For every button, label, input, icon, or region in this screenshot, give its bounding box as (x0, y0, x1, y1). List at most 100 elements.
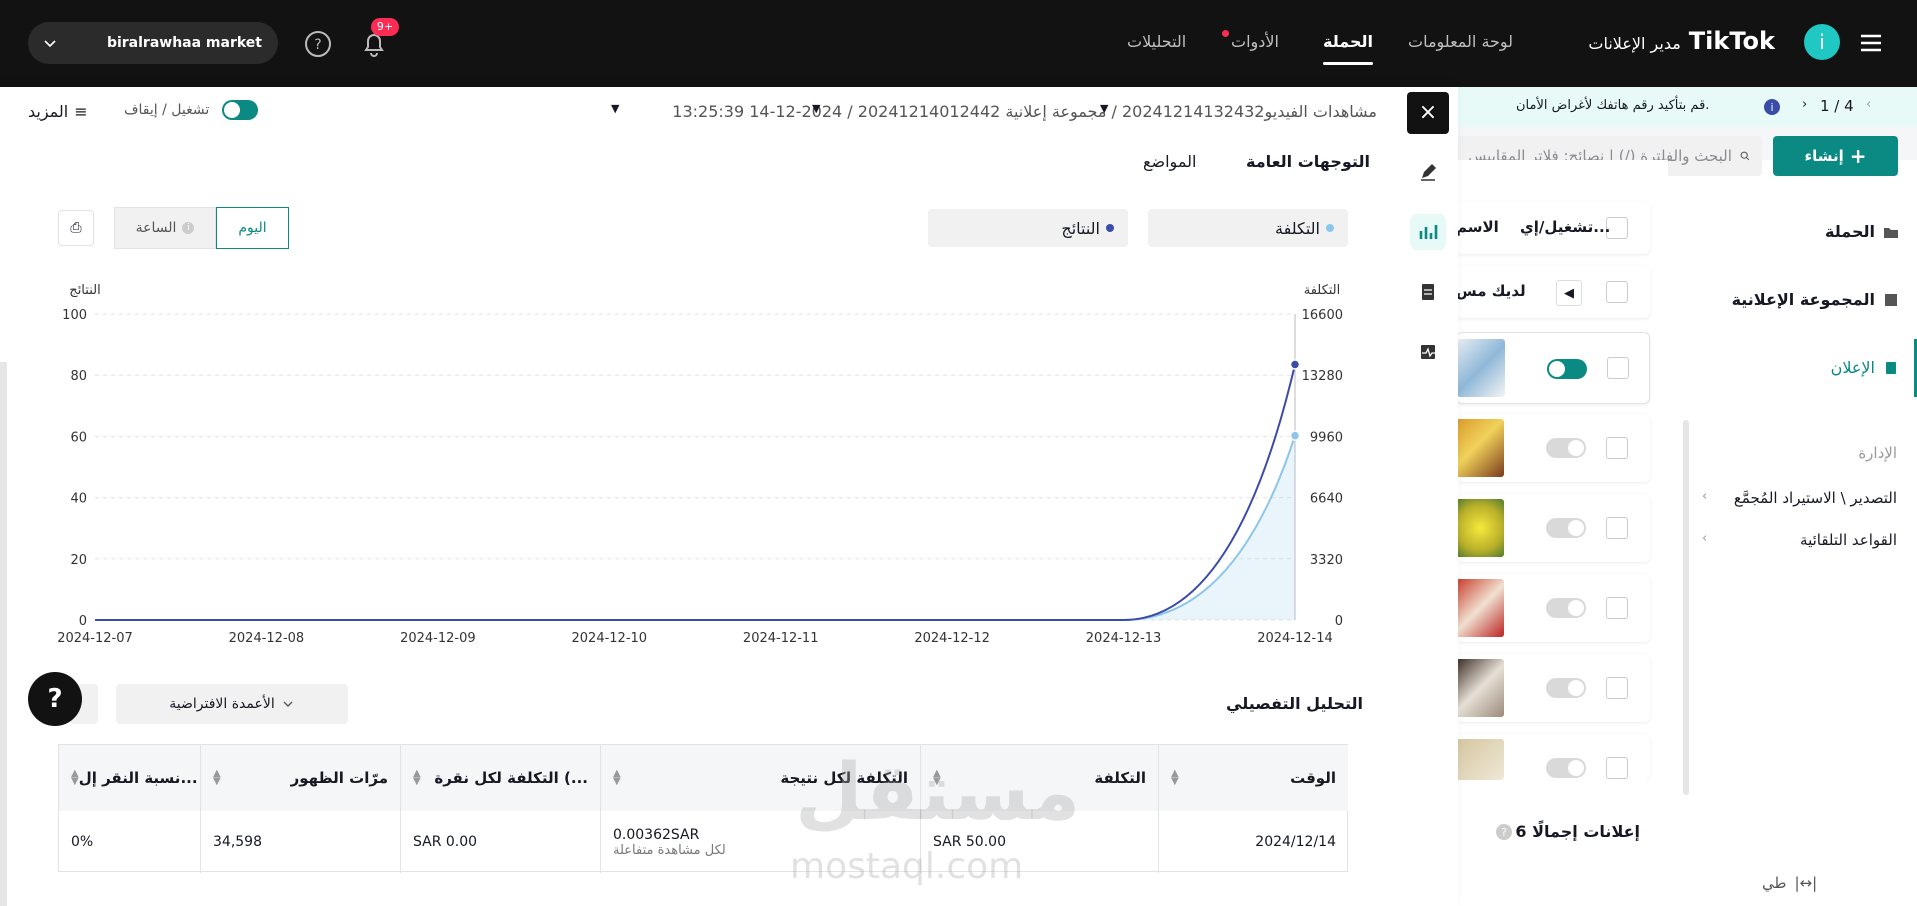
nav-tools[interactable]: الأدوات (1231, 32, 1279, 51)
avatar[interactable]: i (1804, 24, 1840, 60)
rightnav-adgroup[interactable]: المجموعة الإعلانية (1732, 290, 1899, 309)
nav-analytics[interactable]: التحليلات (1127, 32, 1186, 51)
td-cpr-value: 0.00362SAR (613, 826, 700, 843)
metric-right-dot (1326, 224, 1334, 232)
account-selector[interactable]: biralrawhaa market (28, 22, 278, 64)
x-tick: 2024-12-13 (1086, 631, 1162, 646)
row-toggle[interactable] (1546, 518, 1586, 538)
list-item[interactable] (1456, 332, 1650, 404)
row-toggle[interactable] (1546, 678, 1586, 698)
columns-selector[interactable]: الأعمدة الافتراضية (116, 684, 348, 724)
y-right-tick: 13280 (1302, 369, 1343, 384)
rightnav-bulk[interactable]: التصدير \ الاستيراد المُجمَّع (1734, 489, 1897, 507)
row-toggle[interactable] (1547, 359, 1587, 379)
row-checkbox[interactable] (1606, 757, 1628, 779)
row-toggle[interactable] (1546, 438, 1586, 458)
rightnav-campaign[interactable]: الحملة (1825, 222, 1899, 241)
sort-icon: ▲ ▼ (413, 768, 421, 787)
grid-icon (1885, 293, 1897, 306)
caret-left-icon[interactable]: ◀ (1556, 280, 1582, 306)
help-bubble[interactable]: ? (28, 672, 82, 726)
question-icon[interactable]: ? (1496, 824, 1512, 840)
y-left-tick: 60 (70, 430, 87, 445)
y-left-tick: 80 (70, 369, 87, 384)
seg-hour-label: الساعة (135, 220, 177, 236)
th-ctr-label: نسبة النقر إل... (78, 769, 198, 787)
row-toggle[interactable] (1546, 758, 1586, 778)
row-toggle[interactable] (1546, 598, 1586, 618)
th-impressions[interactable]: ▲ ▼ مرّات الظهور (200, 745, 400, 811)
row-checkbox[interactable] (1607, 357, 1629, 379)
ad-list: تشغيل/إي... الاسم ◀ لديك مس 6 إعلانات إج… (1456, 160, 1668, 906)
th-ctr[interactable]: ▲ ▼ نسبة النقر إل... (59, 745, 200, 811)
x-tick: 2024-12-09 (400, 631, 476, 646)
top-bar: biralrawhaa market ? 9+ التحليلات الأدوا… (0, 0, 1917, 87)
breadcrumb[interactable]: مشاهدات الفيديو20241214132432 / مجموعة إ… (672, 102, 1377, 121)
chevron-right-icon[interactable]: › (1802, 97, 1807, 112)
th-impressions-label: مرّات الظهور (290, 769, 388, 787)
hamburger-icon[interactable] (1856, 28, 1886, 58)
brand-logo[interactable]: مدير الإعلانات TikTok (1588, 27, 1775, 55)
list-item[interactable] (1456, 734, 1650, 780)
rightnav-ad[interactable]: الإعلان (1831, 358, 1899, 377)
caret-down-icon[interactable]: ▼ (611, 102, 619, 115)
col-name[interactable]: الاسم (1456, 218, 1499, 236)
y-right-tick: 16600 (1302, 308, 1343, 323)
list-item[interactable] (1456, 574, 1650, 642)
edit-icon[interactable] (1410, 154, 1446, 190)
help-icon[interactable]: ? (300, 26, 336, 62)
row-checkbox[interactable] (1606, 437, 1628, 459)
collapse-label: طي (1762, 874, 1787, 892)
chevron-left-icon[interactable]: ‹ (1866, 97, 1871, 112)
ad-switch[interactable] (222, 100, 258, 120)
list-icon: ≡ (74, 102, 88, 121)
notice-bar: ‹ 1 / 4 › i قم بتأكيد رقم هاتفك لأغراض ا… (1456, 87, 1917, 127)
row-checkbox[interactable] (1606, 517, 1628, 539)
x-tick: 2024-12-14 (1257, 631, 1333, 646)
caret-down-icon[interactable]: ▼ (812, 102, 820, 115)
th-cpc[interactable]: ▲ ▼ التكلفة لكل نقرة (... (400, 745, 600, 811)
row-checkbox[interactable] (1606, 281, 1628, 303)
seg-hour[interactable]: الساعة i (114, 207, 216, 249)
row-checkbox[interactable] (1606, 597, 1628, 619)
x-tick: 2024-12-12 (914, 631, 990, 646)
series-area (95, 435, 1295, 620)
list-item[interactable] (1456, 494, 1650, 562)
tab-placements[interactable]: المواضع (1143, 152, 1196, 171)
brand-name: TikTok (1688, 27, 1775, 55)
document-icon[interactable] (1410, 274, 1446, 310)
rightnav-scrollbar[interactable] (1683, 420, 1689, 795)
y-left-label: النتائج (69, 283, 100, 298)
chart-tab-button[interactable] (1410, 214, 1446, 250)
y-right-tick: 9960 (1310, 430, 1343, 445)
seg-day[interactable]: اليوم (216, 207, 289, 249)
activity-icon[interactable] (1410, 334, 1446, 370)
list-item[interactable] (1456, 654, 1650, 722)
metric-right-selector[interactable]: التكلفة (1148, 209, 1348, 247)
export-icon[interactable]: ⎙ (58, 210, 94, 246)
metric-left-dot (1106, 224, 1114, 232)
close-icon[interactable]: × (1407, 92, 1449, 134)
nav-dashboard[interactable]: لوحة المعلومات (1408, 32, 1513, 51)
row-checkbox[interactable] (1606, 677, 1628, 699)
drawer-scrollbar[interactable] (0, 362, 7, 906)
rightnav-rules[interactable]: القواعد التلقائية (1800, 531, 1897, 549)
nav-campaign[interactable]: الحملة (1323, 32, 1373, 65)
col-status[interactable]: تشغيل/إي... (1520, 218, 1610, 236)
ad-thumbnail (1456, 739, 1504, 780)
collapse-button[interactable]: طي |↔| (1762, 874, 1817, 892)
x-tick: 2024-12-08 (229, 631, 305, 646)
sort-icon: ▲ ▼ (71, 768, 79, 787)
list-item[interactable] (1456, 414, 1650, 482)
plus-icon: + (1849, 144, 1867, 168)
td-cpr-sub: لكل مشاهدة متفاعلة (613, 842, 726, 858)
th-time[interactable]: ▲ ▼ الوقت (1158, 745, 1348, 811)
x-tick: 2024-12-11 (743, 631, 819, 646)
tab-overview[interactable]: التوجهات العامة (1232, 138, 1384, 183)
y-right-label: التكلفة (1304, 283, 1341, 298)
more-button[interactable]: المزيد ≡ (28, 102, 88, 121)
detail-title: التحليل التفصيلي (1226, 694, 1364, 713)
create-button[interactable]: إنشاء + (1773, 136, 1898, 176)
caret-down-icon[interactable]: ▼ (1100, 102, 1108, 115)
metric-left-selector[interactable]: النتائج (928, 209, 1128, 247)
